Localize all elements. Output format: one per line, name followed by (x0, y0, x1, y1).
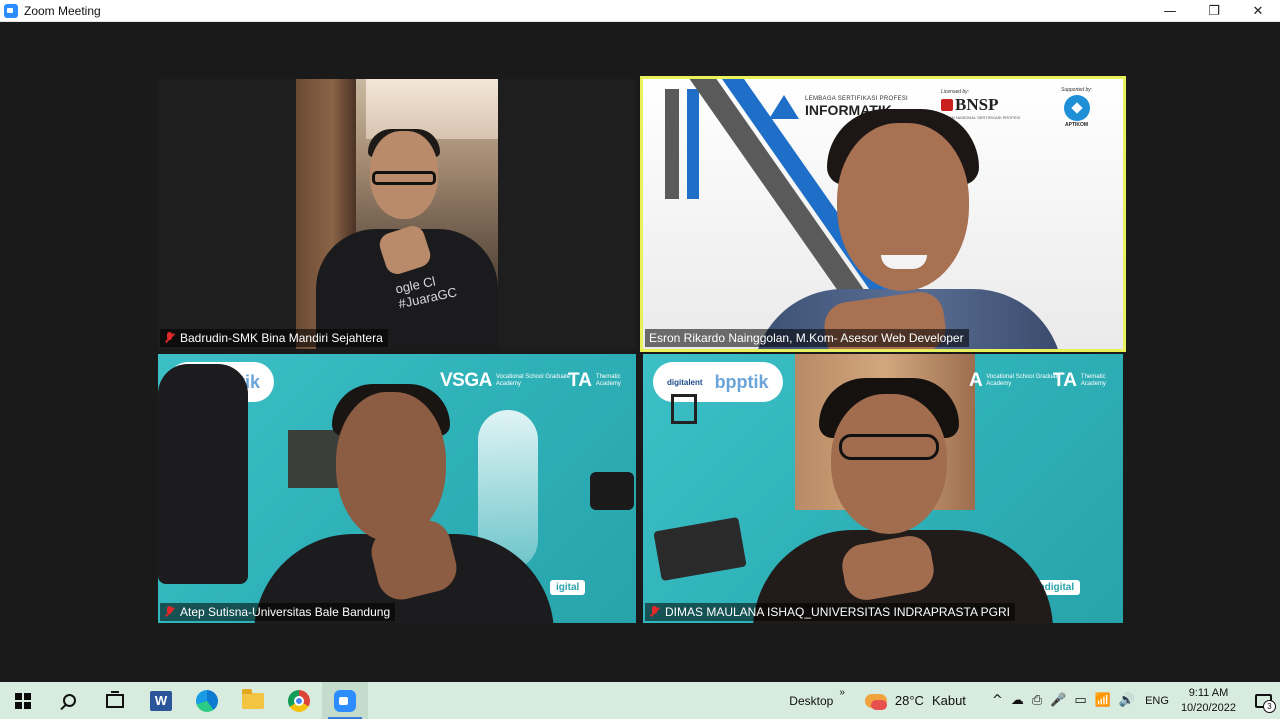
close-button[interactable]: ✕ (1236, 0, 1280, 22)
notification-center-button[interactable]: 3 (1246, 682, 1280, 719)
ta-logo: TA Thematic Academy (1053, 370, 1121, 392)
background-bag (590, 472, 634, 510)
minimize-button[interactable]: — (1148, 0, 1192, 22)
battery-icon[interactable]: ▭ (1074, 693, 1086, 708)
meeting-gallery: ogle Cl #JuaraGC Badrudin-SMK Bina Mandi… (0, 22, 1280, 682)
window-controls: — ❐ ✕ (1148, 0, 1280, 22)
aptikom-logo: Supported by: APTIKOM (1061, 87, 1092, 128)
participant-head (831, 394, 947, 534)
participant-name-tag: Atep Sutisna-Universitas Bale Bandung (160, 603, 396, 621)
taskbar-chrome[interactable] (276, 682, 322, 719)
mic-muted-icon (164, 332, 175, 344)
weather-icon (864, 693, 887, 710)
windows-logo-icon (15, 692, 31, 709)
desktop-toolbar-label[interactable]: Desktop (789, 694, 833, 708)
bnsp-emblem-icon (941, 99, 953, 111)
mic-muted-icon (164, 606, 175, 618)
aptikom-caption: Supported by: (1061, 87, 1093, 93)
aptikom-emblem-icon (1063, 95, 1090, 121)
bpptik-label: bpptik (714, 371, 769, 392)
folder-icon (242, 688, 264, 709)
background-coat (158, 364, 248, 584)
digitalent-label: digitalent (667, 377, 703, 387)
window-titlebar: Zoom Meeting — ❐ ✕ (0, 0, 1280, 22)
edge-icon (196, 689, 218, 712)
wifi-icon[interactable]: 📶 (1095, 693, 1111, 708)
participant-smile (881, 255, 927, 269)
zoom-icon (334, 689, 356, 712)
onedrive-icon[interactable]: ☁ (1011, 693, 1024, 708)
input-language-indicator[interactable]: ENG (1145, 695, 1169, 707)
bg-stripe-blue (687, 89, 699, 199)
ta-title: TA (568, 370, 592, 391)
weather-condition: Kabut (931, 693, 966, 708)
vsga-subtitle: Vocational School Graduate Academy (495, 374, 571, 387)
taskbar-file-explorer[interactable] (230, 682, 276, 719)
participant-name: DIMAS MAULANA ISHAQ_UNIVERSITAS INDRAPRA… (665, 605, 1010, 619)
weather-temp: 28°C (894, 693, 924, 708)
video-tile-participant-1[interactable]: ogle Cl #JuaraGC Badrudin-SMK Bina Mandi… (158, 79, 636, 349)
desktop-toolbar-chevron-icon[interactable]: » (839, 687, 845, 698)
taskbar-zoom[interactable] (322, 682, 368, 719)
aptikom-title: APTIKOM (1065, 122, 1089, 128)
participant-name-tag: Esron Rikardo Nainggolan, M.Kom- Asesor … (645, 329, 969, 347)
restore-button[interactable]: ❐ (1192, 0, 1236, 22)
ta-title: TA (1053, 370, 1077, 391)
mic-muted-icon (649, 606, 660, 618)
bottom-tag: igital (550, 580, 586, 595)
video-tile-participant-4[interactable]: digitalent bpptik A Vocational School Gr… (643, 354, 1123, 623)
window-title: Zoom Meeting (24, 3, 101, 18)
meet-now-icon[interactable]: ⎙ (1032, 693, 1042, 708)
word-icon: W (150, 690, 172, 711)
lsp-triangle-icon (769, 95, 799, 119)
search-button[interactable] (46, 682, 92, 719)
system-tray: Desktop » 28°C Kabut ^ ☁ ⎙ 🎤 ▭ 📶 🔊 ENG 9… (789, 682, 1280, 719)
task-view-button[interactable] (92, 682, 138, 719)
task-view-icon (106, 690, 124, 708)
start-button[interactable] (0, 682, 46, 719)
participant-name: Atep Sutisna-Universitas Bale Bandung (180, 605, 391, 619)
clock-date: 10/20/2022 (1180, 701, 1236, 714)
vsga-title: VSGA (440, 370, 492, 391)
bnsp-title: BNSP (955, 95, 999, 114)
taskbar-clock[interactable]: 9:11 AM 10/20/2022 (1181, 686, 1236, 716)
taskbar-edge[interactable] (184, 682, 230, 719)
participant-name-tag: DIMAS MAULANA ISHAQ_UNIVERSITAS INDRAPRA… (645, 603, 1015, 621)
participant-glasses (372, 171, 436, 185)
background-lamp (671, 394, 697, 424)
notification-count-badge: 3 (1263, 700, 1276, 713)
taskbar-word[interactable]: W (138, 682, 184, 719)
ta-logo: TA Thematic Academy (568, 370, 636, 392)
bg-stripe-gray (665, 89, 679, 199)
bnsp-logo: Licensed by: BNSP BADAN NASIONAL SERTIFI… (941, 89, 1020, 120)
vsga-logo: VSGA Vocational School Graduate Academy (440, 370, 576, 392)
participant-glasses (839, 434, 939, 460)
ta-subtitle: Thematic Academy (595, 374, 621, 387)
background-stand (653, 516, 747, 582)
microphone-icon[interactable]: 🎤 (1050, 693, 1066, 708)
zoom-app-icon (4, 3, 18, 18)
vsga-logo: A Vocational School Graduate Academy (969, 370, 1066, 392)
chrome-icon (288, 689, 310, 712)
clock-time: 9:11 AM (1188, 686, 1229, 699)
search-icon (62, 694, 76, 707)
bnsp-wordmark: BNSP (941, 95, 1020, 115)
video-tile-participant-3[interactable]: ent bpptik VSGA Vocational School Gradua… (158, 354, 636, 623)
video-tile-active-speaker[interactable]: LEMBAGA SERTIFIKASI PROFESI INFORMATIK L… (640, 76, 1126, 352)
participant-name: Esron Rikardo Nainggolan, M.Kom- Asesor … (649, 331, 964, 345)
show-hidden-icons-chevron-icon[interactable]: ^ (992, 693, 1003, 708)
ta-subtitle: Thematic Academy (1080, 374, 1106, 387)
participant-name-tag: Badrudin-SMK Bina Mandiri Sejahtera (160, 329, 388, 347)
volume-icon[interactable]: 🔊 (1119, 693, 1135, 708)
windows-taskbar: W Desktop » 28°C Kabut ^ ☁ ⎙ 🎤 ▭ 📶 🔊 ENG… (0, 682, 1280, 719)
participant-name: Badrudin-SMK Bina Mandiri Sejahtera (180, 331, 383, 345)
weather-widget[interactable]: 28°C Kabut (864, 693, 974, 710)
vsga-title: A (969, 370, 983, 391)
participant-video: ogle Cl #JuaraGC (296, 79, 498, 349)
